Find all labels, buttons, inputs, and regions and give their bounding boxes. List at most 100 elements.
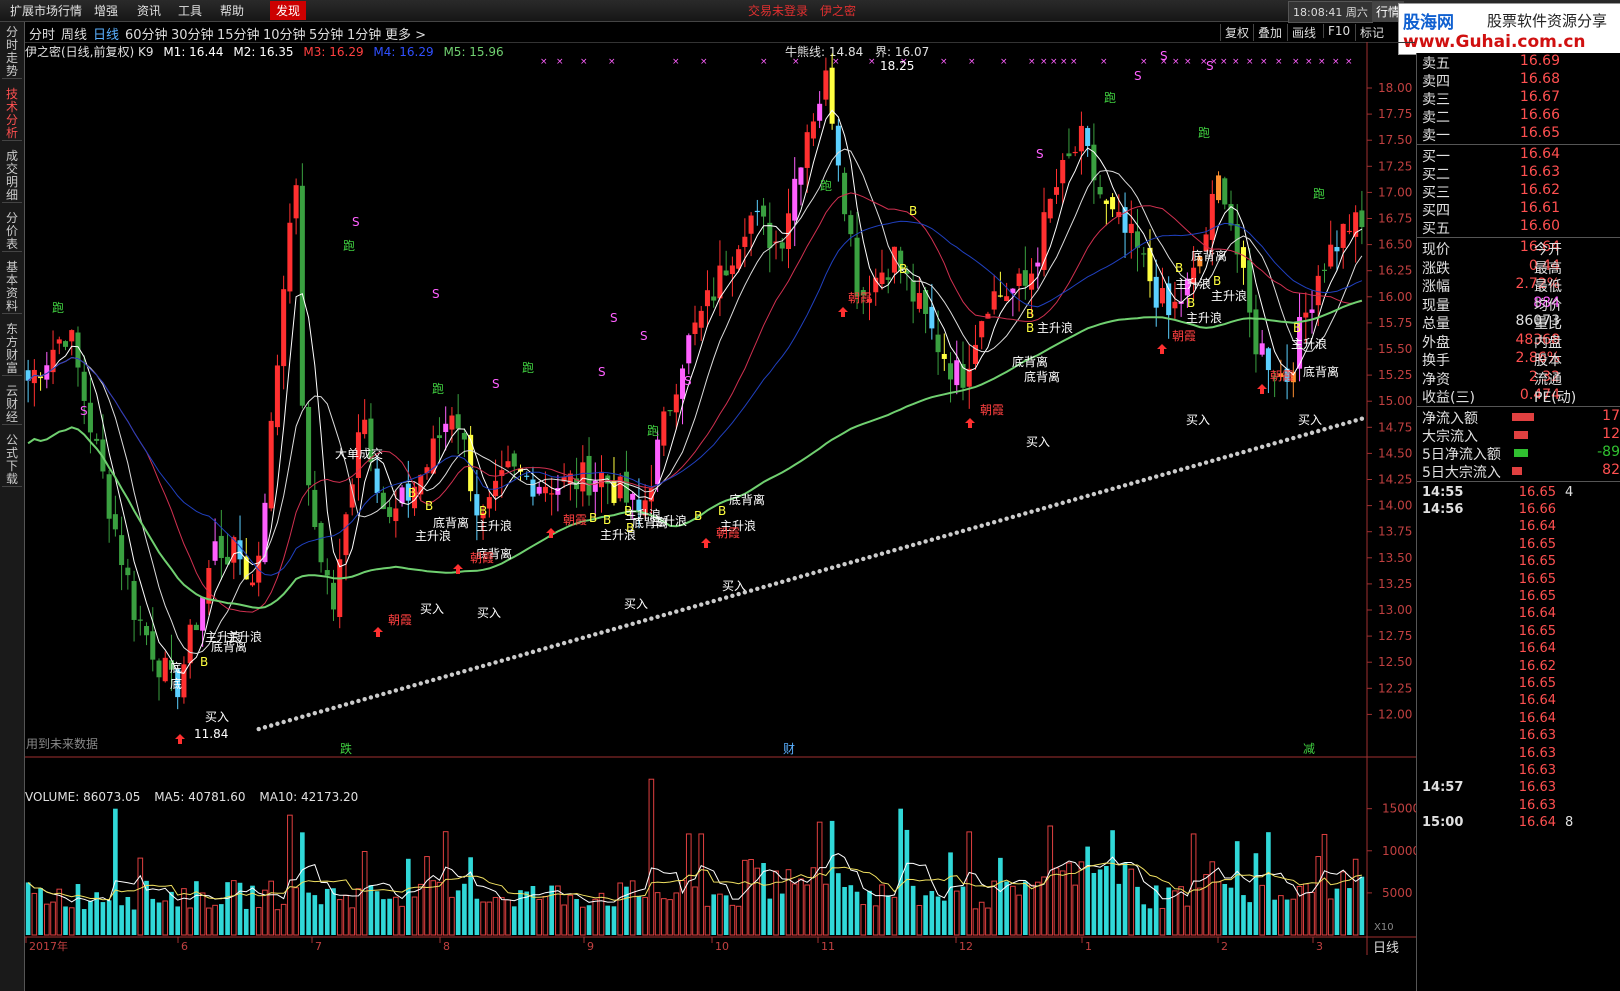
price-tick-label: 16.50 (1378, 238, 1412, 252)
signal-label: S (352, 215, 360, 229)
kline-candle (779, 242, 785, 249)
bull-bear-dot (561, 640, 567, 646)
kline-candle (449, 415, 455, 430)
bull-bear-dot (499, 658, 504, 663)
sidebar-tab-7[interactable]: 公式下载 (2, 434, 22, 487)
top-x-marker: × (940, 57, 948, 67)
kline-candle (119, 535, 125, 566)
top-x-marker: × (700, 57, 708, 67)
flow-label: 净流入额 (1422, 410, 1478, 427)
sidebar-tab-1[interactable]: 技术分析 (2, 88, 22, 141)
kline-candle (686, 335, 692, 364)
bull-bear-dot (1066, 498, 1072, 504)
kline-candle (150, 631, 156, 660)
price-tick-label: 16.25 (1378, 264, 1412, 278)
signal-label: 主升浪 (1175, 276, 1211, 291)
bull-bear-dot (1216, 456, 1221, 462)
top-x-marker: × (540, 57, 548, 67)
stat-row-extra: PE(动) (1534, 390, 1577, 406)
volume-bar (555, 885, 561, 936)
volume-bar (1078, 861, 1085, 936)
stat-row: 净资 2.32 流通 (1422, 369, 1620, 388)
bull-bear-dot (1116, 484, 1122, 490)
volume-bar (63, 906, 68, 935)
tick-price: 16.63 (1518, 745, 1556, 761)
bull-bear-dot (879, 551, 885, 556)
volume-bar (1166, 887, 1171, 935)
volume-tick-label: 10000 (1382, 844, 1416, 858)
top-x-marker: × (1050, 57, 1058, 67)
top-x-marker: × (1345, 57, 1353, 67)
stat-row: 现价 16.64 今开 (1422, 239, 1620, 258)
sidebar-tab-0[interactable]: 分时走势 (2, 26, 22, 79)
stat-row-extra: 股本 (1534, 353, 1562, 369)
price-tick-label: 17.00 (1378, 185, 1412, 199)
volume-bar (1284, 899, 1290, 935)
tick-price: 16.64 (1518, 606, 1556, 622)
tick-row: 16.65 (1422, 589, 1620, 606)
bull-bear-dot (356, 698, 361, 704)
kline-candle (318, 522, 324, 563)
bull-bear-dot (1072, 497, 1078, 502)
bid-row-label: 买二 (1422, 167, 1450, 183)
bull-bear-dot (474, 665, 480, 670)
bull-bear-dot (1060, 500, 1065, 506)
volume-bar (331, 888, 336, 935)
bull-bear-dot (910, 542, 916, 548)
flow-label: 5日大宗流入 (1422, 464, 1501, 481)
sidebar-tab-5[interactable]: 东方财富 (2, 323, 22, 376)
volume-bar (791, 883, 798, 936)
kline-chart[interactable]: 18.00 17.75 17.50 17.25 17.00 16.75 16.50 16.25… (0, 0, 1416, 991)
bid-row-label: 买一 (1422, 149, 1450, 165)
volume-bar (474, 898, 480, 935)
tick-row: 16.65 (1422, 537, 1620, 554)
sidebar-tab-4[interactable]: 基本资料 (2, 261, 22, 314)
sidebar-tab-3[interactable]: 分价表 (2, 212, 22, 252)
top-x-marker: × (1246, 57, 1254, 67)
sidebar-tab-2[interactable]: 成交明细 (2, 150, 22, 203)
kline-candle (1022, 270, 1028, 286)
bull-bear-dot (1178, 467, 1184, 472)
bull-bear-dot (399, 686, 405, 691)
bull-bear-dot (593, 632, 598, 637)
bull-bear-dot (642, 618, 648, 623)
signal-label: S (684, 374, 692, 388)
stat-row-label: 净资 (1422, 371, 1450, 388)
tick-row: 16.62 (1422, 659, 1620, 676)
kline-candle (337, 559, 343, 618)
bottom-period-tab[interactable]: 日线 (1373, 937, 1399, 956)
up-arrow-icon (373, 627, 383, 637)
volume-bar (1172, 890, 1178, 936)
volume-bar (1352, 858, 1359, 936)
volume-bar (1247, 902, 1253, 935)
volume-bar (872, 905, 879, 936)
kline-candle (131, 581, 137, 620)
bid-row: 买五 16.60 (1422, 218, 1620, 237)
bull-bear-dot (1110, 486, 1115, 492)
top-x-marker: × (1100, 57, 1108, 67)
tick-price: 16.64 (1518, 641, 1556, 657)
volume-bar (1309, 891, 1315, 936)
volume-bar (1047, 825, 1054, 936)
ask-row: 卖一 16.65 (1422, 125, 1620, 144)
volume-bar (199, 892, 206, 936)
tick-price: 16.65 (1518, 536, 1556, 552)
event-marker-fall: 跌 (340, 741, 352, 756)
top-x-marker: × (1172, 57, 1180, 67)
bull-bear-dot (1191, 463, 1196, 469)
bull-bear-dot (1259, 444, 1265, 449)
volume-bar (1253, 853, 1259, 935)
kline-candle (1247, 260, 1253, 313)
bull-bear-dot (1222, 455, 1227, 460)
volume-bar (1203, 874, 1209, 936)
volume-bar (549, 885, 554, 935)
kline-candle (854, 237, 860, 297)
bull-bear-dot (748, 588, 754, 593)
bull-bear-dot (674, 609, 679, 614)
volume-bar (113, 808, 118, 935)
kline-candle (916, 293, 922, 309)
kline-candle (1346, 230, 1352, 233)
top-x-marker: × (1332, 57, 1340, 67)
stat-row-extra: 今开 (1534, 242, 1562, 258)
sidebar-tab-6[interactable]: 云财经 (2, 385, 22, 425)
